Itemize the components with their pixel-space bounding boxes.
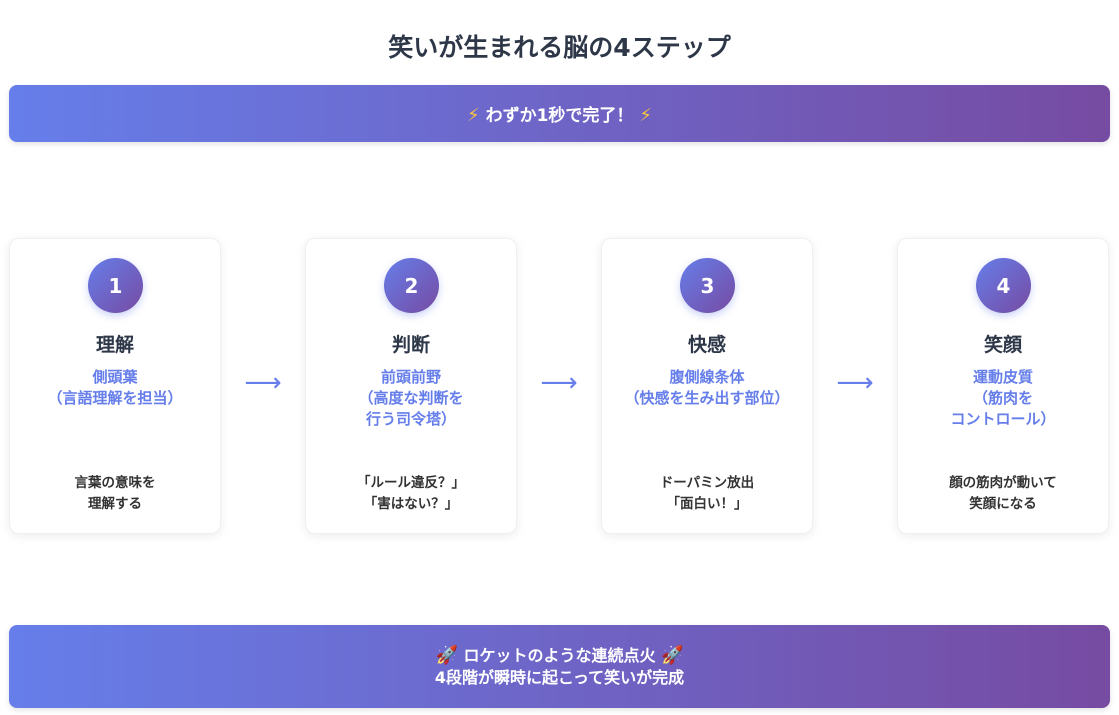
brain-region: 側頭葉 （言語理解を担当） <box>47 368 183 407</box>
step-title: 笑顔 <box>983 334 1022 356</box>
summary-banner-title: ロケットのような連続点火 <box>463 645 656 665</box>
brain-region: 腹側線条体 （快感を生み出す部位） <box>624 368 790 407</box>
step-number-badge: 3 <box>680 258 735 313</box>
step-title: 理解 <box>95 334 134 356</box>
step-number-badge: 1 <box>88 258 143 313</box>
speed-banner-text: わずか1秒で完了！ <box>485 106 634 126</box>
step-description: 「ルール違反？」 「害はない？」 <box>357 475 465 512</box>
step-title: 判断 <box>391 334 430 356</box>
rocket-icon: 🚀 <box>661 644 684 666</box>
right-arrow-icon: ⟶ <box>540 368 578 398</box>
step-number-badge: 2 <box>384 258 439 313</box>
rocket-icon: 🚀 <box>435 644 458 666</box>
summary-banner-subtitle: 4段階が瞬時に起こって笑いが完成 <box>434 667 685 687</box>
step-description: 顔の筋肉が動いて 笑顔になる <box>949 475 1057 512</box>
step-card-1: 1 理解 側頭葉 （言語理解を担当） 言葉の意味を 理解する <box>9 238 221 534</box>
speed-banner: ⚡ わずか1秒で完了！ ⚡ <box>9 85 1110 142</box>
lightning-icon: ⚡ <box>639 105 652 126</box>
step-card-4: 4 笑顔 運動皮質 （筋肉を コントロール） 顔の筋肉が動いて 笑顔になる <box>897 238 1109 534</box>
step-row: 1 理解 側頭葉 （言語理解を担当） 言葉の意味を 理解する ⟶ 2 判断 前頭… <box>0 238 1119 534</box>
step-number-badge: 4 <box>976 258 1031 313</box>
brain-region: 前頭前野 （高度な判断を 行う司令塔） <box>358 368 464 428</box>
lightning-icon: ⚡ <box>467 105 480 126</box>
step-description: ドーパミン放出 「面白い！」 <box>659 475 755 512</box>
step-card-3: 3 快感 腹側線条体 （快感を生み出す部位） ドーパミン放出 「面白い！」 <box>601 238 813 534</box>
page-title: 笑いが生まれる脳の4ステップ <box>388 33 731 62</box>
right-arrow-icon: ⟶ <box>244 368 282 398</box>
brain-region: 運動皮質 （筋肉を コントロール） <box>950 368 1056 428</box>
step-card-2: 2 判断 前頭前野 （高度な判断を 行う司令塔） 「ルール違反？」 「害はない？… <box>305 238 517 534</box>
step-description: 言葉の意味を 理解する <box>74 475 156 512</box>
step-title: 快感 <box>687 334 726 356</box>
right-arrow-icon: ⟶ <box>836 368 874 398</box>
summary-banner: 🚀 ロケットのような連続点火 🚀 4段階が瞬時に起こって笑いが完成 <box>9 625 1110 708</box>
